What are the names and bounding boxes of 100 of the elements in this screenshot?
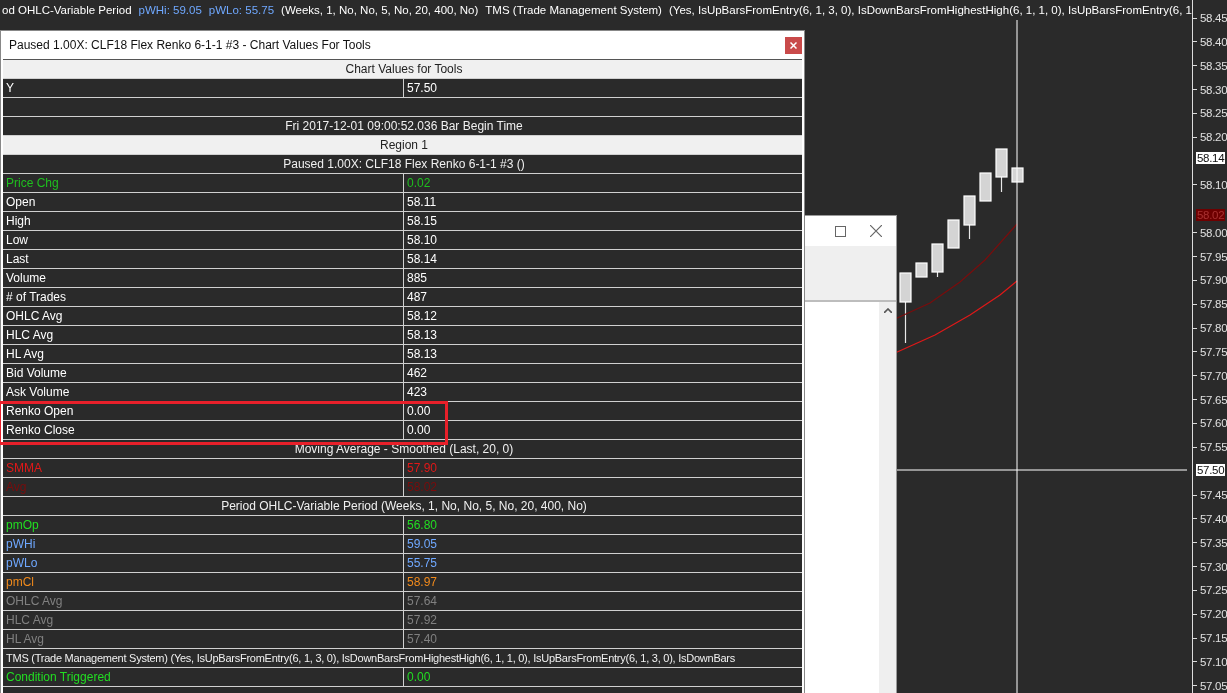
price-label: 57.30: [1199, 560, 1227, 573]
candle: [915, 262, 928, 278]
value-cell-text: 487: [406, 289, 429, 306]
candle: [979, 172, 992, 202]
price-label: 57.60: [1199, 417, 1227, 430]
value-cell-text: 0.00: [406, 403, 432, 420]
study-label: (Weeks, 1, No, No, 5, No, 20, 400, No): [281, 4, 479, 16]
close-icon: [790, 41, 797, 49]
price-label: 57.65: [1199, 393, 1227, 406]
price-label: 58.20: [1199, 131, 1227, 144]
label-cell: OHLC Avg: [3, 592, 404, 610]
value-cell-text: 55.75: [406, 555, 439, 572]
candle: [947, 219, 960, 249]
group-header: Chart Values for Tools: [3, 60, 802, 79]
price-label: 58.00: [1199, 226, 1227, 239]
candle: [899, 272, 912, 344]
scrollbar[interactable]: [879, 302, 896, 693]
price-label: 58.25: [1199, 107, 1227, 120]
price-label: 57.40: [1199, 512, 1227, 525]
value-cell-text: 58.11: [406, 194, 438, 211]
price-label: 58.45: [1199, 12, 1227, 24]
label-cell: SMMA: [3, 459, 404, 477]
label-cell: HL Avg: [3, 345, 404, 363]
value-cell-text: 57.90: [406, 460, 439, 477]
label-cell: Avg: [3, 478, 404, 496]
price-label: 57.15: [1199, 632, 1227, 645]
group-header: Region 1: [3, 136, 802, 155]
label-cell: Low: [3, 231, 404, 249]
study-label: od OHLC-Variable Period: [2, 4, 132, 16]
candle: [963, 195, 976, 240]
value-cell-text: 58.14: [406, 251, 439, 268]
value-cell-text: 0.00: [406, 669, 432, 686]
price-label: 57.90: [1199, 274, 1227, 287]
label-cell: HL Avg: [3, 630, 404, 648]
label-cell: Renko Close: [3, 421, 404, 439]
label-cell: Bid Volume: [3, 364, 404, 382]
label-cell: OHLC Avg: [3, 307, 404, 325]
study-label: pWLo: 55.75: [208, 4, 275, 16]
value-cell-text: 0.02: [406, 175, 432, 192]
price-label: 57.35: [1199, 536, 1227, 549]
price-label: 57.20: [1199, 608, 1227, 621]
label-cell: pWLo: [3, 554, 404, 572]
label-cell: HLC Avg: [3, 611, 404, 629]
label-cell: Renko Open: [3, 402, 404, 420]
label-cell: pmCl: [3, 573, 404, 591]
price-label: 58.30: [1199, 83, 1227, 96]
label-cell: HLC Avg: [3, 326, 404, 344]
candle: [931, 243, 944, 278]
caret-up-icon[interactable]: [883, 308, 892, 313]
value-cell-text: 58.12: [406, 308, 439, 325]
label-cell: Last: [3, 250, 404, 268]
price-label: 58.40: [1199, 35, 1227, 48]
candle: [995, 148, 1008, 193]
price-label: 57.70: [1199, 369, 1227, 382]
value-cell-text: 462: [406, 365, 429, 382]
value-cell-text: 58.13: [406, 346, 439, 363]
window-title: Paused 1.00X: CLF18 Flex Renko 6-1-1 #3 - Chart Values For Tools: [9, 38, 371, 52]
price-label: 57.25: [1199, 584, 1227, 597]
label-cell: pWHi: [3, 535, 404, 553]
value-cell-text: 885: [406, 270, 429, 287]
value-cell-text: 58.10: [406, 232, 439, 249]
study-label: TMS (Trade Management System): [485, 4, 662, 16]
label-cell: Ask Volume: [3, 383, 404, 401]
price-label: 57.10: [1199, 655, 1227, 668]
label-cell: Price Chg: [3, 174, 404, 192]
label-cell: High: [3, 212, 404, 230]
price-label: 58.35: [1199, 59, 1227, 72]
price-label: 57.45: [1199, 489, 1227, 501]
label-cell: Volume: [3, 269, 404, 287]
value-cell-text: 58.13: [406, 327, 439, 344]
label-cell: Condition Triggered: [3, 668, 404, 686]
value-cell-text: 0.00: [406, 422, 432, 439]
value-cell-text: 423: [406, 384, 429, 401]
value-cell-text: 59.05: [406, 536, 439, 553]
value-cell-text: 58.97: [406, 574, 439, 591]
value-cell-text: 56.80: [406, 517, 439, 534]
value-cell-text: 57.40: [406, 631, 439, 648]
price-marker: 58.14: [1195, 151, 1226, 164]
label-cell: Y: [3, 79, 404, 97]
value-cell-text: 57.92: [406, 612, 439, 629]
value-cell-text: 57.50: [406, 80, 439, 97]
close-icon[interactable]: [870, 225, 882, 237]
study-label: pWHi: 59.05: [138, 4, 202, 16]
value-cell-text: 58.02: [406, 479, 439, 496]
study-description: TMS (Trade Management System) (Yes, IsUpBarsFromEntry(6, 1, 3, 0), IsDownBarsFromHighestHigh(6, 1, 1, 0), IsUpBarsFromEntry(6, 1, 3, 0), IsDownBars: [6, 652, 735, 664]
price-label: 57.75: [1199, 345, 1227, 358]
study-label: (Yes, IsUpBarsFromEntry(6, 1, 3, 0), IsDownBarsFromHighestHigh(6, 1, 1, 0), IsUpBarsFromEntry(6, 1: [668, 4, 1192, 16]
value-cell-text: 58.15: [406, 213, 439, 230]
candle: [1011, 167, 1024, 183]
price-marker: 58.02: [1195, 209, 1226, 222]
price-label: 57.80: [1199, 322, 1227, 335]
price-label: 57.05: [1199, 679, 1227, 692]
price-label: 58.10: [1199, 178, 1227, 191]
price-label: 57.55: [1199, 441, 1227, 454]
price-marker: 57.50: [1195, 464, 1226, 477]
maximize-icon[interactable]: [835, 225, 846, 237]
price-label: 57.85: [1199, 298, 1227, 311]
label-cell: # of Trades: [3, 288, 404, 306]
price-label: 57.95: [1199, 250, 1227, 263]
close-button[interactable]: [785, 36, 802, 54]
